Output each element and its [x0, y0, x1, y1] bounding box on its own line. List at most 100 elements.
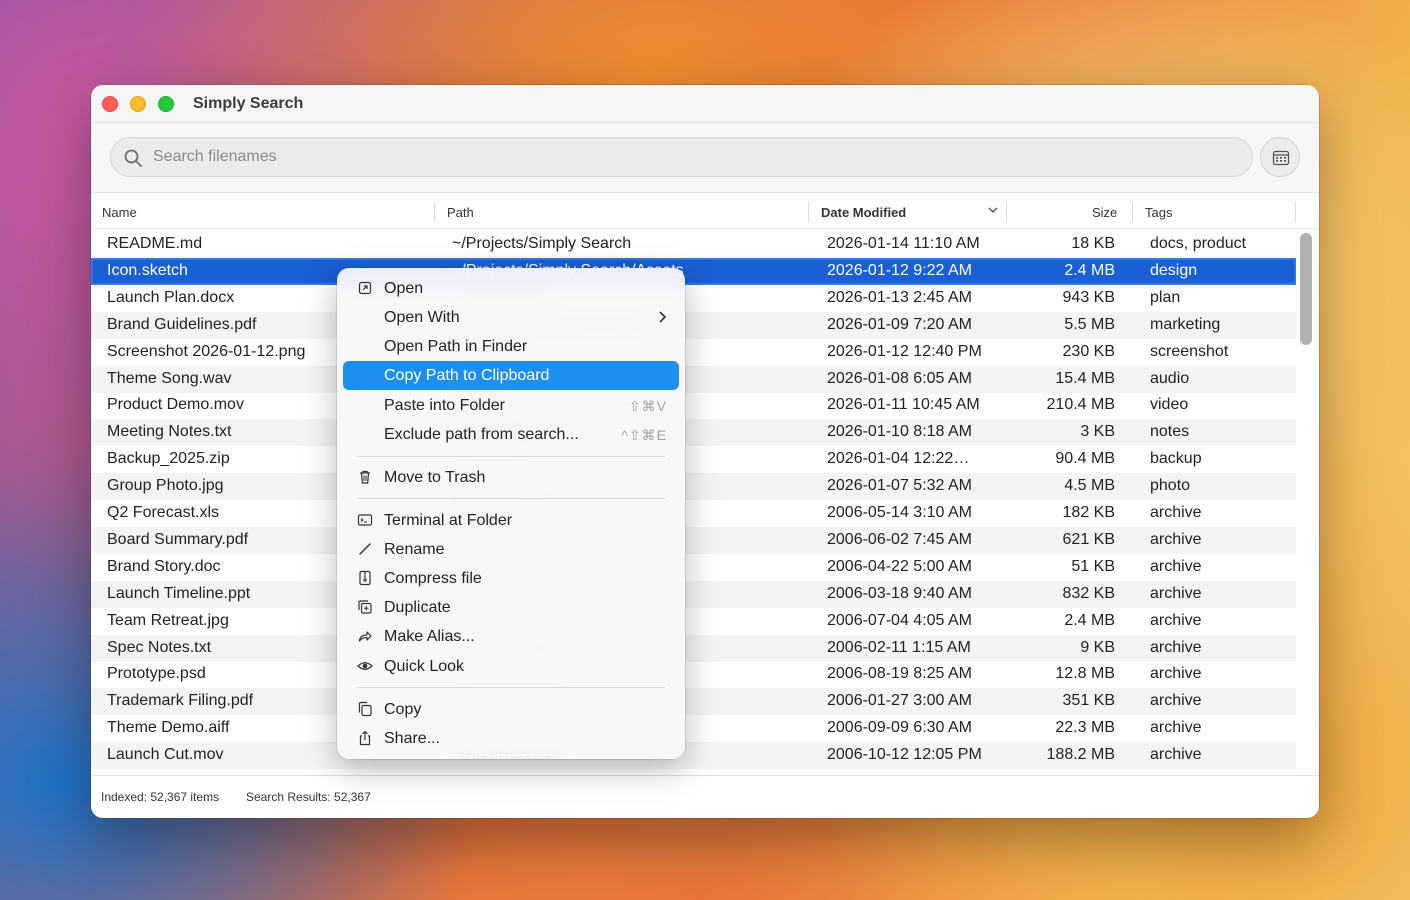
menu-item-share[interactable]: Share... [343, 724, 679, 753]
menu-item-open-path-in-finder[interactable]: Open Path in Finder [343, 332, 679, 361]
cell-date-modified: 2006-10-12 12:05 PM [827, 746, 982, 764]
menu-item-terminal-at-folder[interactable]: Terminal at Folder [343, 506, 679, 535]
menu-item-label: Exclude path from search... [384, 426, 579, 443]
table-header: Name Path Date Modified Size Tags [91, 193, 1319, 229]
table-row[interactable]: Prototype.psd~/Archive/20062006-08-19 8:… [91, 661, 1296, 688]
column-divider[interactable] [1295, 202, 1296, 222]
cell-size: 943 KB [1062, 288, 1115, 306]
cell-tags: design [1150, 261, 1198, 279]
cell-date-modified: 2006-03-18 9:40 AM [827, 584, 972, 602]
column-divider[interactable] [1006, 202, 1007, 222]
zoom-window-button[interactable] [158, 96, 174, 112]
table-row[interactable]: Launch Cut.mov~/Archive/20062006-10-12 1… [91, 742, 1296, 770]
cell-tags: screenshot [1150, 342, 1229, 360]
cell-date-modified: 2006-08-19 8:25 AM [827, 665, 972, 683]
column-divider[interactable] [1132, 202, 1133, 222]
cell-date-modified: 2026-01-10 8:18 AM [827, 423, 972, 441]
cell-size: 621 KB [1062, 530, 1115, 548]
menu-item-label: Rename [384, 541, 445, 558]
search-input[interactable] [153, 138, 1233, 176]
table-row[interactable]: Backup_2025.zip~/Backups2026-01-04 12:22… [91, 446, 1296, 473]
menu-separator [357, 498, 665, 499]
keyboard-shortcut: ^⇧⌘E [621, 427, 667, 443]
menu-item-label: Paste into Folder [384, 397, 505, 414]
alias-arrow-icon [358, 631, 372, 642]
menu-item-label: Open Path in Finder [384, 338, 528, 355]
trash-icon [360, 470, 370, 484]
cell-date-modified: 2006-09-09 6:30 AM [827, 719, 972, 737]
table-row[interactable]: Team Retreat.jpg~/Archive/20062006-07-04… [91, 608, 1296, 635]
toolbar [91, 123, 1319, 193]
cell-tags: audio [1150, 369, 1190, 387]
table-row[interactable]: Board Summary.pdf~/Archive/20062006-06-0… [91, 526, 1296, 554]
table-row[interactable]: Brand Story.doc~/Archive/20062006-04-22 … [91, 554, 1296, 581]
cell-date-modified: 2026-01-12 12:40 PM [827, 342, 982, 360]
cell-tags: archive [1150, 638, 1202, 656]
app-window: Simply Search Name Path Date Modified Si… [91, 85, 1319, 818]
cell-date-modified: 2006-05-14 3:10 AM [827, 504, 972, 521]
copy-icon [358, 701, 372, 717]
results-table: README.md ~/Projects/Simply Search 2026-01… [91, 230, 1301, 775]
window-title: Simply Search [193, 95, 304, 112]
table-row[interactable]: Q2 Forecast.xls~/Archive/20062006-05-14 … [91, 500, 1296, 527]
terminal-icon [357, 514, 373, 526]
table-row[interactable]: Theme Song.wav~/Music2026-01-08 6:05 AM1… [91, 365, 1296, 393]
column-header-tags[interactable]: Tags [1145, 205, 1172, 220]
cell-date-modified: 2026-01-09 7:20 AM [827, 315, 972, 333]
cell-size: 210.4 MB [1046, 396, 1115, 414]
menu-item-open-with[interactable]: Open With [343, 303, 679, 332]
menu-item-open[interactable]: Open [343, 274, 679, 303]
menu-item-paste-into-folder[interactable]: Paste into Folder ⇧⌘V [343, 391, 679, 420]
cell-date-modified: 2006-06-02 7:45 AM [827, 530, 972, 548]
cell-size: 51 KB [1071, 557, 1115, 575]
table-row[interactable]: Brand Guidelines.pdf~/Documents/Brand As… [91, 311, 1296, 339]
menu-item-move-to-trash[interactable]: Move to Trash [343, 463, 679, 492]
cell-tags: marketing [1150, 315, 1221, 333]
menu-item-rename[interactable]: Rename [343, 535, 679, 564]
table-row[interactable]: Icon.sketch~/Projects/Simply Search/Asse… [91, 257, 1296, 285]
cell-size: 18 KB [1071, 235, 1115, 252]
vertical-scrollbar[interactable] [1300, 233, 1312, 345]
minimize-window-button[interactable] [130, 96, 146, 112]
cell-size: 4.5 MB [1064, 477, 1115, 495]
eye-icon [357, 662, 373, 670]
menu-item-quick-look[interactable]: Quick Look [343, 652, 679, 681]
table-row[interactable]: Group Photo.jpg~/Pictures2026-01-07 5:32… [91, 473, 1296, 501]
table-row[interactable]: Theme Demo.aiff~/Archive/20062006-09-09 … [91, 715, 1296, 742]
menu-item-compress-file[interactable]: Compress file [343, 564, 679, 593]
menu-item-copy-path-to-clipboard[interactable]: Copy Path to Clipboard [343, 361, 679, 390]
menu-item-copy[interactable]: Copy [343, 695, 679, 724]
table-row[interactable]: Screenshot 2026-01-12.png~/Desktop2026-0… [91, 339, 1296, 366]
search-field[interactable] [110, 137, 1253, 177]
table-row[interactable]: Product Demo.mov~/Movies2026-01-11 10:45… [91, 392, 1296, 419]
table-row[interactable]: Trademark Filing.pdf~/Archive/20062006-0… [91, 688, 1296, 716]
column-header-date-modified[interactable]: Date Modified [821, 205, 906, 220]
column-divider[interactable] [808, 202, 809, 222]
close-window-button[interactable] [102, 96, 118, 112]
table-row[interactable]: Meeting Notes.txt~/Documents/Notes2026-0… [91, 419, 1296, 447]
cell-size: 230 KB [1062, 342, 1115, 360]
column-header-size[interactable]: Size [1092, 205, 1117, 220]
cell-size: 2.4 MB [1064, 261, 1115, 279]
table-row[interactable]: Spec Notes.txt~/Archive/20062006-02-11 1… [91, 634, 1296, 662]
menu-item-exclude-path[interactable]: Exclude path from search... ^⇧⌘E [343, 420, 679, 449]
table-row[interactable]: README.md ~/Projects/Simply Search 2026-01… [91, 231, 1296, 258]
date-filter-button[interactable] [1260, 137, 1300, 177]
table-row[interactable]: Launch Timeline.ppt~/Archive/20062006-03… [91, 580, 1296, 608]
menu-item-label: Open [384, 280, 424, 297]
cell-tags: notes [1150, 423, 1190, 441]
column-header-path[interactable]: Path [447, 205, 474, 220]
cell-size: 15.4 MB [1055, 369, 1115, 387]
status-bar: Indexed: 52,367 items Search Results: 52… [91, 775, 1319, 818]
column-divider[interactable] [434, 202, 435, 222]
cell-tags: photo [1150, 477, 1191, 495]
menu-item-duplicate[interactable]: Duplicate [343, 593, 679, 622]
cell-name: README.md [107, 235, 203, 252]
menu-item-make-alias[interactable]: Make Alias... [343, 622, 679, 651]
table-row[interactable]: Launch Plan.docx~/Documents2026-01-13 2:… [91, 285, 1296, 312]
menu-item-label: Make Alias... [384, 628, 475, 645]
cell-tags: plan [1150, 288, 1181, 306]
column-header-name[interactable]: Name [102, 205, 137, 220]
menu-item-label: Share... [384, 730, 441, 747]
cell-tags: archive [1150, 746, 1202, 764]
